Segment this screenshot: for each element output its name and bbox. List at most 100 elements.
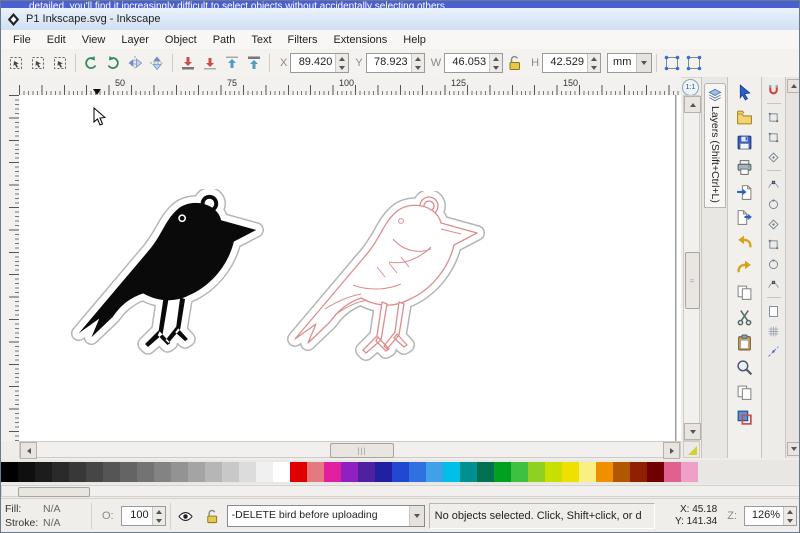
menu-item[interactable]: Extensions xyxy=(325,32,395,48)
w-field-spinner[interactable] xyxy=(489,54,503,72)
copy-icon[interactable] xyxy=(732,280,758,305)
opacity-spinner[interactable] xyxy=(151,507,165,525)
palette-swatch[interactable] xyxy=(460,462,477,482)
vertical-ruler[interactable] xyxy=(1,95,20,441)
redo-icon[interactable] xyxy=(732,255,758,280)
palette-swatch[interactable] xyxy=(664,462,681,482)
palette-swatch[interactable] xyxy=(528,462,545,482)
palette-swatch[interactable] xyxy=(562,462,579,482)
save-document-icon[interactable] xyxy=(732,130,758,155)
h-field[interactable]: 42.529 xyxy=(542,53,602,73)
palette-swatch[interactable] xyxy=(35,462,52,482)
scroll-left-icon[interactable] xyxy=(20,442,37,459)
palette-swatch[interactable] xyxy=(137,462,154,482)
palette-swatch[interactable] xyxy=(18,462,35,482)
titlebar[interactable]: P1 Inkscape.svg - Inkscape xyxy=(1,8,799,31)
w-field-value[interactable]: 46.053 xyxy=(445,54,489,72)
palette-swatch[interactable] xyxy=(86,462,103,482)
palette-swatch[interactable] xyxy=(273,462,290,482)
raise-icon[interactable] xyxy=(221,52,243,74)
fill-stroke-indicator[interactable]: Fill: N/A Stroke: N/A xyxy=(5,503,87,529)
snap-cusp-nodes-icon[interactable] xyxy=(764,234,784,254)
print-icon[interactable] xyxy=(732,155,758,180)
zoom-spinner[interactable] xyxy=(783,507,796,525)
palette-swatch[interactable] xyxy=(307,462,324,482)
flip-vertical-icon[interactable] xyxy=(146,52,168,74)
palette-swatch[interactable] xyxy=(443,462,460,482)
rotate-ccw-icon[interactable] xyxy=(80,52,102,74)
palette-swatch[interactable] xyxy=(511,462,528,482)
palette-swatch[interactable] xyxy=(341,462,358,482)
open-document-icon[interactable] xyxy=(732,105,758,130)
palette-swatch[interactable] xyxy=(545,462,562,482)
snap-guides-icon[interactable] xyxy=(764,341,784,361)
palette-swatch[interactable] xyxy=(154,462,171,482)
snap-bbox-icon[interactable] xyxy=(764,107,784,127)
lock-width-height-icon[interactable] xyxy=(503,52,525,74)
palette-scrollbar-thumb[interactable] xyxy=(18,487,90,497)
snap-nodes-icon[interactable] xyxy=(764,174,784,194)
x-field-value[interactable]: 89.420 xyxy=(291,54,335,72)
palette-swatch[interactable] xyxy=(222,462,239,482)
palette-swatch[interactable] xyxy=(647,462,664,482)
palette-swatch[interactable] xyxy=(188,462,205,482)
snap-smooth-nodes-icon[interactable] xyxy=(764,254,784,274)
menu-item[interactable]: View xyxy=(74,32,114,48)
black-bird-silhouette[interactable] xyxy=(65,189,270,384)
strip-scroll-down-icon[interactable] xyxy=(787,442,799,456)
snap-intersections-icon[interactable] xyxy=(764,214,784,234)
zoom-field[interactable]: 126% xyxy=(744,506,797,526)
zoom-indicator-icon[interactable]: 1:1 xyxy=(682,79,699,96)
lower-to-bottom-icon[interactable] xyxy=(177,52,199,74)
palette-swatch[interactable] xyxy=(375,462,392,482)
current-layer-dropdown[interactable]: -DELETE bird before uploading xyxy=(226,505,425,527)
x-field-spinner[interactable] xyxy=(335,54,349,72)
h-field-value[interactable]: 42.529 xyxy=(543,54,587,72)
scroll-up-icon[interactable] xyxy=(684,96,701,113)
pink-outline-bird[interactable] xyxy=(281,191,491,391)
palette-swatch[interactable] xyxy=(103,462,120,482)
palette-swatch[interactable] xyxy=(290,462,307,482)
menu-item[interactable]: Layer xyxy=(113,32,157,48)
palette-swatch[interactable] xyxy=(613,462,630,482)
affect-transform-corners-icon[interactable] xyxy=(683,52,705,74)
layer-dropdown-arrow-icon[interactable] xyxy=(408,506,424,526)
palette-scrollbar[interactable] xyxy=(1,485,799,497)
opacity-value[interactable]: 100 xyxy=(122,507,152,525)
undo-icon[interactable] xyxy=(732,230,758,255)
y-field[interactable]: 78.923 xyxy=(365,53,425,73)
affect-transform-stroke-icon[interactable] xyxy=(661,52,683,74)
y-field-value[interactable]: 78.923 xyxy=(367,54,411,72)
fill-stroke-dialog-icon[interactable] xyxy=(732,405,758,430)
tab-layers[interactable]: Layers (Shift+Ctrl+L) xyxy=(704,83,726,208)
snap-midpoints-icon[interactable] xyxy=(764,274,784,294)
menu-item[interactable]: File xyxy=(5,32,39,48)
cut-icon[interactable] xyxy=(732,305,758,330)
palette-swatch[interactable] xyxy=(239,462,256,482)
lower-icon[interactable] xyxy=(199,52,221,74)
h-field-spinner[interactable] xyxy=(587,54,601,72)
palette-swatch[interactable] xyxy=(579,462,596,482)
snap-enable-icon[interactable] xyxy=(764,80,784,100)
opacity-field[interactable]: 100 xyxy=(120,506,166,526)
palette-swatch[interactable] xyxy=(630,462,647,482)
palette-swatch[interactable] xyxy=(171,462,188,482)
palette-swatch[interactable] xyxy=(477,462,494,482)
selector-arrow-icon[interactable] xyxy=(732,80,758,105)
palette-swatch[interactable] xyxy=(52,462,69,482)
deselect-icon[interactable] xyxy=(49,52,71,74)
import-icon[interactable] xyxy=(732,180,758,205)
palette-swatch[interactable] xyxy=(358,462,375,482)
zoom-drawing-icon[interactable] xyxy=(732,355,758,380)
x-field[interactable]: 89.420 xyxy=(290,53,350,73)
paste-icon[interactable] xyxy=(732,330,758,355)
zoom-value[interactable]: 126% xyxy=(745,507,783,525)
snap-page-border-icon[interactable] xyxy=(764,301,784,321)
units-dropdown-arrow-icon[interactable] xyxy=(636,54,652,72)
scroll-down-icon[interactable] xyxy=(684,423,701,440)
palette-swatch[interactable] xyxy=(392,462,409,482)
palette-swatch[interactable] xyxy=(426,462,443,482)
strip-scroll-up-icon[interactable] xyxy=(787,79,799,93)
rotate-cw-icon[interactable] xyxy=(102,52,124,74)
units-dropdown[interactable]: mm xyxy=(607,53,653,73)
